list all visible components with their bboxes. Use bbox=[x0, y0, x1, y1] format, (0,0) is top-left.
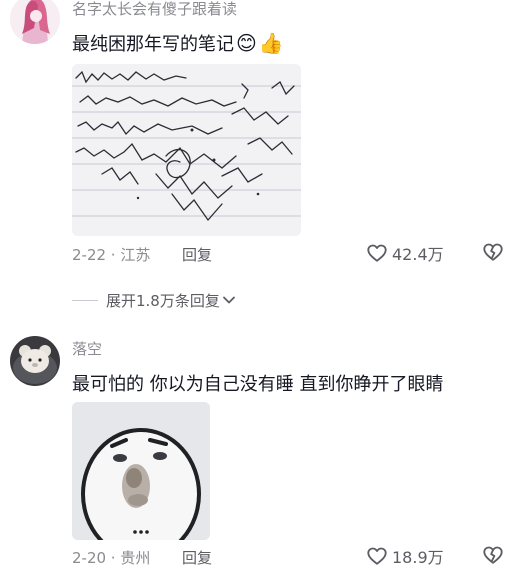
username[interactable]: 落空 bbox=[72, 338, 102, 359]
like-count: 42.4万 bbox=[392, 245, 444, 264]
dislike-button[interactable] bbox=[482, 241, 504, 267]
chevron-down-icon bbox=[222, 296, 235, 304]
comment-image[interactable] bbox=[72, 64, 301, 236]
thumbs-up-emoji-icon: 👍 bbox=[258, 31, 284, 55]
comment-text: 最纯困那年写的笔记 😊 👍 bbox=[72, 30, 284, 56]
username[interactable]: 名字太长会有傻子跟着读 bbox=[72, 0, 237, 19]
comment-text-content: 最纯困那年写的笔记 bbox=[72, 34, 234, 55]
smile-emoji-icon: 😊 bbox=[236, 31, 257, 55]
comment-image[interactable] bbox=[72, 402, 210, 540]
divider-line bbox=[72, 299, 98, 301]
broken-heart-icon bbox=[483, 546, 503, 564]
like-button[interactable]: 42.4万 bbox=[366, 241, 444, 265]
like-button[interactable]: 18.9万 bbox=[366, 544, 444, 568]
notebook-scribble-image bbox=[72, 64, 301, 236]
avatar[interactable] bbox=[10, 0, 60, 44]
comment-text: 最可怕的 你以为自己没有睡 直到你睁开了眼睛 bbox=[72, 374, 444, 395]
heart-outline-icon bbox=[367, 547, 387, 565]
comment-date-location: 2-22 · 江苏 bbox=[72, 246, 151, 264]
sleepy-face-meme-image bbox=[72, 402, 210, 540]
reply-button[interactable]: 回复 bbox=[182, 244, 212, 265]
avatar[interactable] bbox=[10, 336, 60, 386]
broken-heart-icon bbox=[483, 243, 503, 261]
dislike-button[interactable] bbox=[482, 544, 504, 570]
expand-replies-label: 展开1.8万条回复 bbox=[106, 291, 220, 310]
heart-outline-icon bbox=[367, 244, 387, 262]
expand-replies-button[interactable]: 展开1.8万条回复 bbox=[72, 288, 236, 312]
like-count: 18.9万 bbox=[392, 548, 444, 567]
